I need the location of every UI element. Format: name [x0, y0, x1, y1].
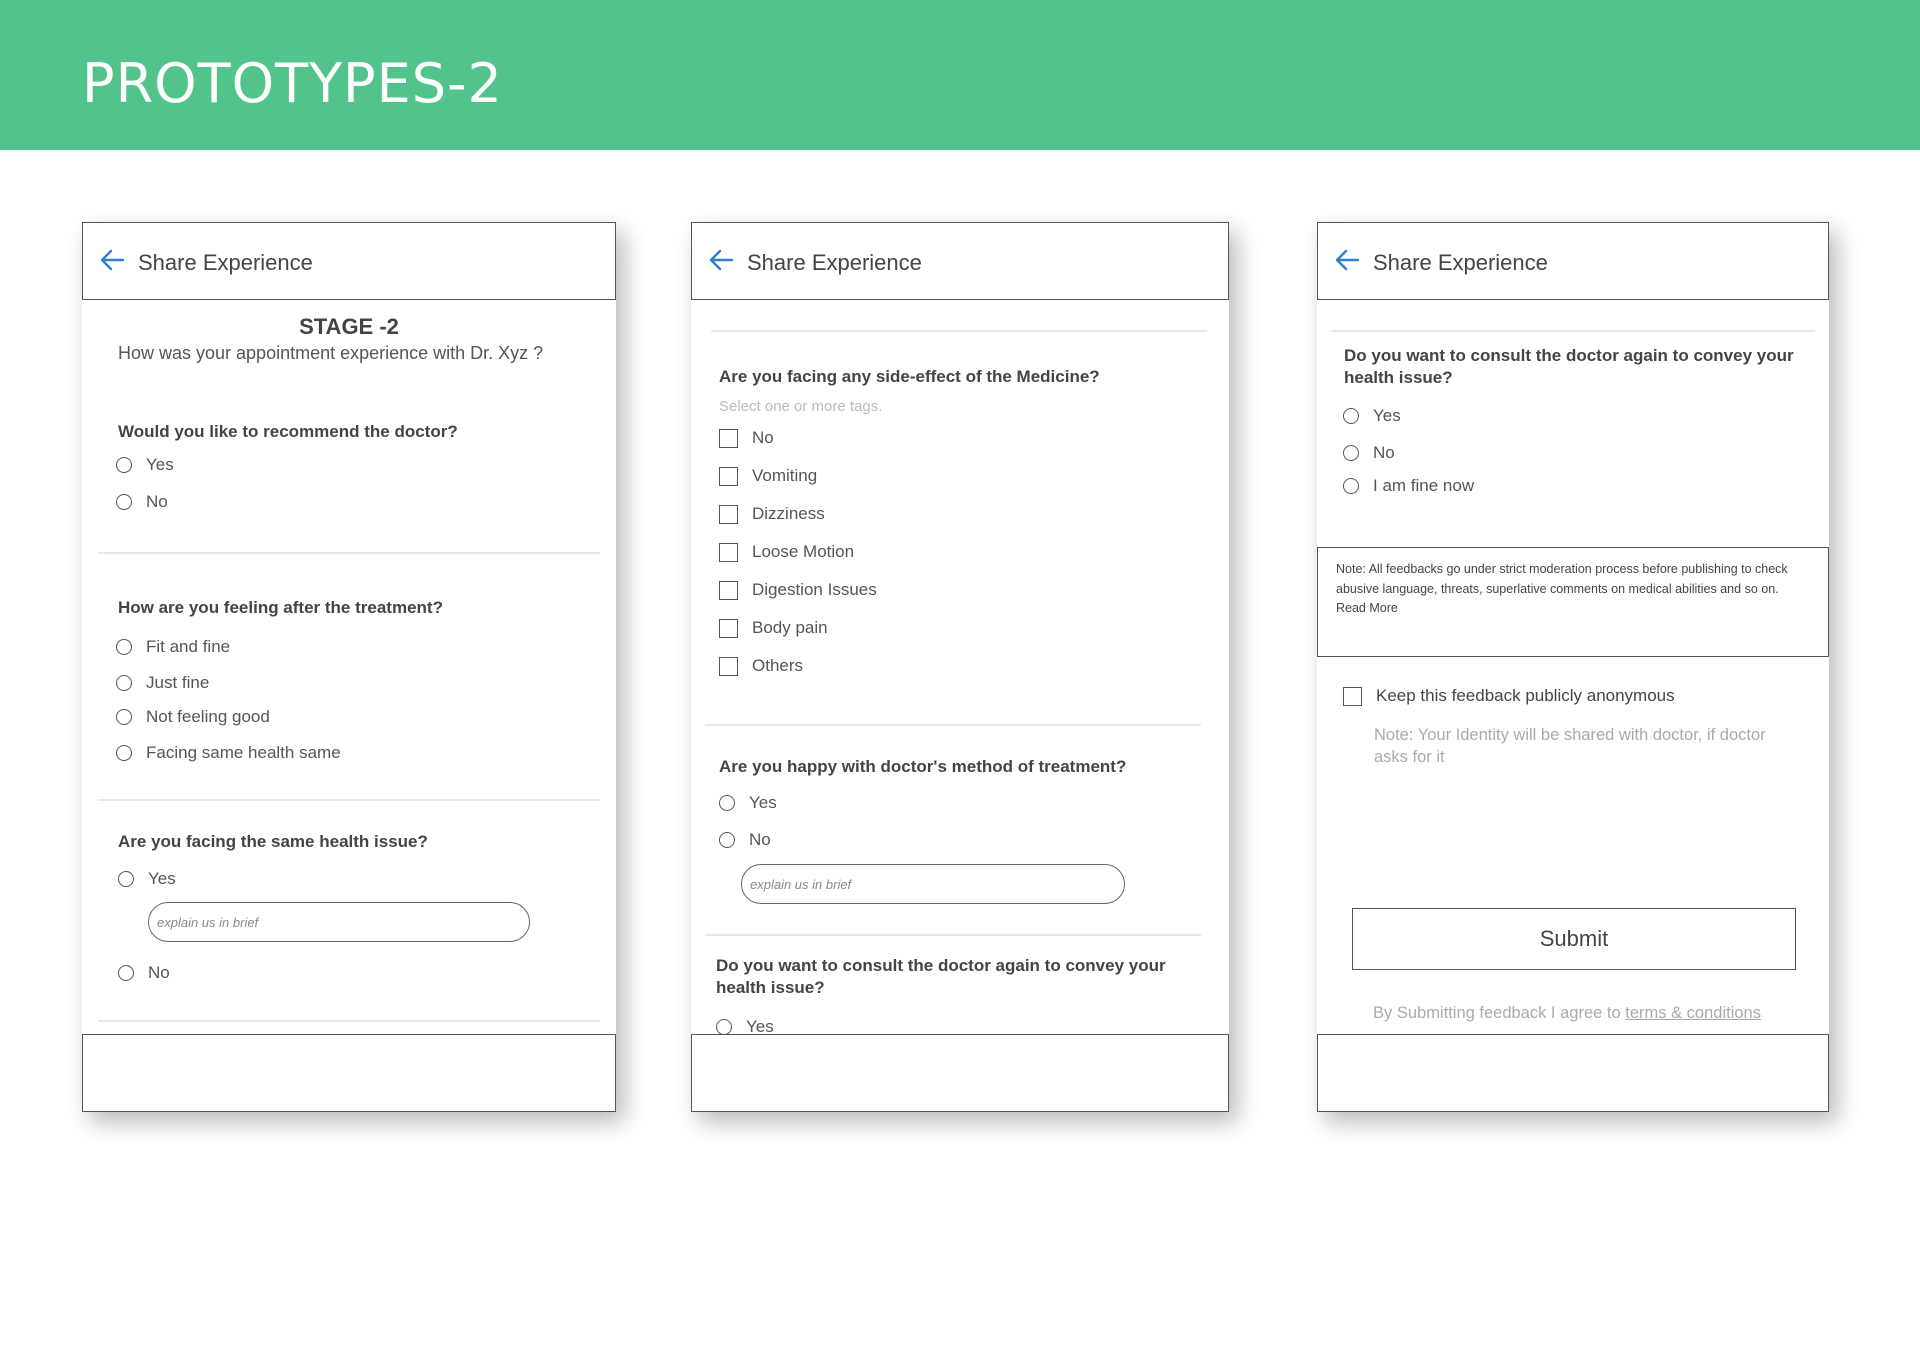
arrow-left-icon[interactable] [97, 245, 127, 275]
radio-consult-yes[interactable]: Yes [1343, 406, 1401, 426]
radio-feeling-fit[interactable]: Fit and fine [116, 637, 230, 657]
divider [705, 934, 1201, 936]
radio-feeling-not-good[interactable]: Not feeling good [116, 707, 270, 727]
submit-button[interactable]: Submit [1352, 908, 1796, 970]
question-consult: Do you want to consult the doctor again … [1344, 346, 1794, 387]
screen-footer [691, 1034, 1229, 1112]
screen-title: Share Experience [747, 250, 922, 275]
checkbox-anonymous[interactable]: Keep this feedback publicly anonymous [1343, 686, 1675, 706]
radio-happy-yes[interactable]: Yes [719, 793, 777, 813]
question-feeling: How are you feeling after the treatment? [118, 598, 443, 617]
radio-button[interactable] [116, 639, 132, 655]
screen-content: Are you facing any side-effect of the Me… [691, 300, 1229, 1034]
radio-same-issue-no[interactable]: No [118, 963, 170, 983]
question-same-issue: Are you facing the same health issue? [118, 832, 428, 851]
divider [1331, 330, 1815, 332]
explain-input[interactable]: explain us in brief [148, 902, 530, 942]
screen-header: Share Experience [1317, 222, 1829, 300]
checkbox-vomiting[interactable]: Vomiting [719, 466, 817, 486]
radio-recommend-yes[interactable]: Yes [116, 455, 174, 475]
radio-button[interactable] [116, 675, 132, 691]
stage-label: STAGE -2 [299, 314, 399, 339]
screen-footer [1317, 1034, 1829, 1112]
radio-button[interactable] [719, 795, 735, 811]
radio-button[interactable] [716, 1019, 732, 1034]
radio-button[interactable] [1343, 445, 1359, 461]
agree-text: By Submitting feedback I agree to terms … [1373, 1004, 1761, 1022]
checkbox[interactable] [719, 656, 738, 676]
checkbox[interactable] [719, 504, 738, 524]
divider [98, 552, 600, 554]
radio-feeling-just-fine[interactable]: Just fine [116, 673, 209, 693]
phone-screen-2: Share Experience Are you facing any side… [691, 222, 1229, 1112]
divider [705, 724, 1201, 726]
radio-button[interactable] [1343, 408, 1359, 424]
radio-consult-yes[interactable]: Yes [716, 1017, 774, 1034]
checkbox[interactable] [719, 580, 738, 600]
checkbox[interactable] [719, 542, 738, 562]
checkbox[interactable] [719, 466, 738, 486]
screen-title: Share Experience [138, 250, 313, 275]
radio-feeling-same[interactable]: Facing same health same [116, 743, 341, 763]
screen-content: STAGE -2 How was your appointment experi… [82, 300, 616, 1034]
checkbox-no[interactable]: No [719, 428, 774, 448]
question-happy: Are you happy with doctor's method of tr… [719, 757, 1127, 776]
checkbox[interactable] [1343, 686, 1362, 706]
arrow-left-icon[interactable] [706, 245, 736, 275]
divider [98, 1020, 600, 1022]
checkbox-body-pain[interactable]: Body pain [719, 618, 828, 638]
divider [98, 799, 600, 801]
identity-note: Note: Your Identity will be shared with … [1374, 726, 1766, 766]
moderation-note: Note: All feedbacks go under strict mode… [1317, 547, 1829, 657]
phone-screen-3: Share Experience Do you want to consult … [1317, 222, 1829, 1112]
header-banner: PROTOTYPES-2 [0, 0, 1920, 150]
phone-screen-1: Share Experience STAGE -2 How was your a… [82, 222, 616, 1112]
question-consult: Do you want to consult the doctor again … [716, 956, 1166, 997]
intro-text: How was your appointment experience with… [118, 343, 544, 363]
radio-recommend-no[interactable]: No [116, 492, 168, 512]
checkbox[interactable] [719, 618, 738, 638]
radio-happy-no[interactable]: No [719, 830, 771, 850]
read-more-link[interactable]: Read More [1336, 601, 1398, 615]
radio-button[interactable] [116, 457, 132, 473]
note-text: All feedbacks go under strict moderation… [1336, 562, 1788, 596]
explain-input[interactable]: explain us in brief [741, 864, 1125, 904]
radio-button[interactable] [118, 871, 134, 887]
arrow-left-icon[interactable] [1332, 245, 1362, 275]
question-side-effect: Are you facing any side-effect of the Me… [719, 367, 1100, 386]
divider [711, 330, 1207, 332]
terms-link[interactable]: terms & conditions [1625, 1004, 1761, 1022]
checkbox-dizziness[interactable]: Dizziness [719, 504, 825, 524]
checkbox-loose-motion[interactable]: Loose Motion [719, 542, 854, 562]
radio-button[interactable] [1343, 478, 1359, 494]
radio-button[interactable] [116, 494, 132, 510]
checkbox-others[interactable]: Others [719, 656, 803, 676]
note-prefix: Note: [1336, 562, 1366, 576]
radio-same-issue-yes[interactable]: Yes [118, 869, 176, 889]
checkbox[interactable] [719, 428, 738, 448]
screen-title: Share Experience [1373, 250, 1548, 275]
radio-button[interactable] [719, 832, 735, 848]
screen-header: Share Experience [691, 222, 1229, 300]
question-recommend: Would you like to recommend the doctor? [118, 422, 458, 441]
checkbox-digestion[interactable]: Digestion Issues [719, 580, 877, 600]
radio-button[interactable] [116, 745, 132, 761]
screen-content: Do you want to consult the doctor again … [1317, 300, 1829, 1034]
screen-footer [82, 1034, 616, 1112]
screen-header: Share Experience [82, 222, 616, 300]
tags-hint: Select one or more tags. [719, 398, 883, 415]
radio-consult-fine[interactable]: I am fine now [1343, 476, 1474, 496]
radio-consult-no[interactable]: No [1343, 443, 1395, 463]
radio-button[interactable] [118, 965, 134, 981]
page-title: PROTOTYPES-2 [82, 52, 503, 115]
radio-button[interactable] [116, 709, 132, 725]
